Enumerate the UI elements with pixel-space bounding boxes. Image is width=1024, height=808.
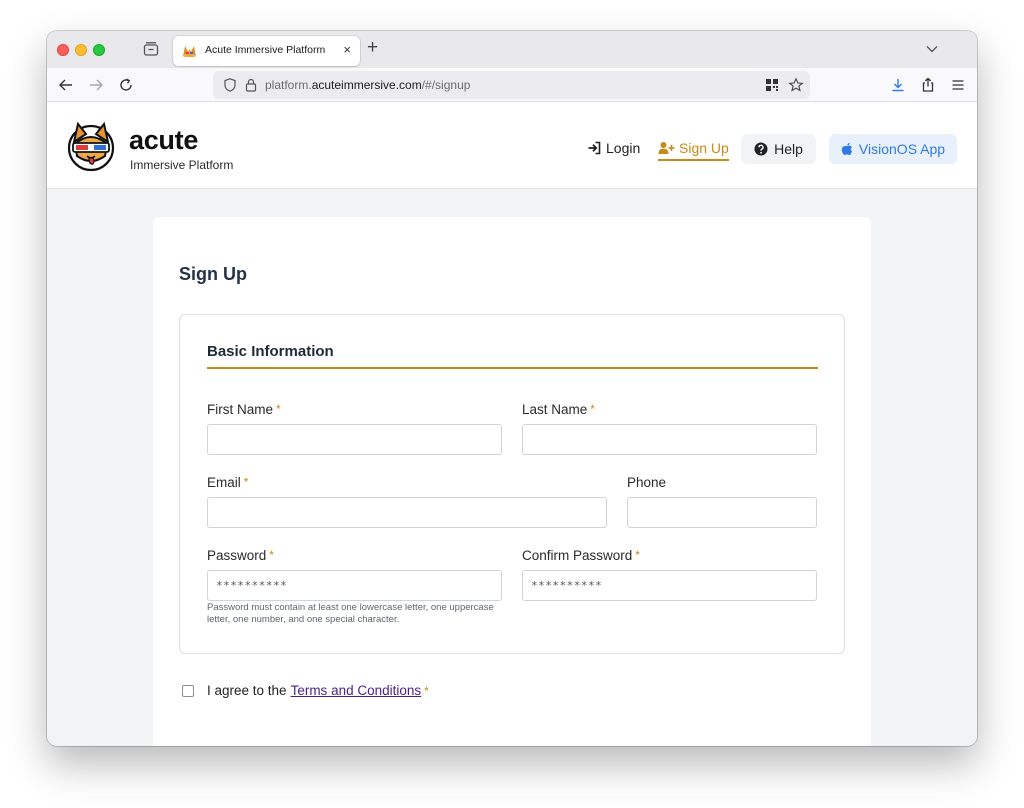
required-mark: * [243,475,249,489]
confirm-password-label: Confirm Password * [522,548,640,563]
last-name-input[interactable] [522,424,817,455]
required-mark: * [590,402,595,416]
first-name-label: First Name * [207,402,281,417]
help-button[interactable]: Help [741,134,816,164]
star-icon[interactable] [788,77,804,93]
minimize-window-button[interactable] [75,44,87,56]
phone-input[interactable] [627,497,817,528]
signup-card: Sign Up Basic Information First Name * La… [153,217,871,746]
forward-arrow-icon[interactable] [87,76,105,94]
visionos-label: VisionOS App [858,141,946,157]
nav-login-link[interactable]: Login [587,139,640,157]
logo-wordmark[interactable]: acute [129,126,198,154]
visionos-app-button[interactable]: VisionOS App [829,134,957,164]
basic-information-section: Basic Information First Name * Last Name *… [179,314,845,654]
agree-text: I agree to the [207,683,287,698]
email-input[interactable] [207,497,607,528]
section-title: Basic Information [207,343,334,360]
password-label: Password * [207,548,274,563]
required-mark: * [424,683,429,698]
url-domain: acuteimmersive.com [311,78,422,92]
question-icon [754,142,768,156]
first-name-label-text: First Name [207,402,274,417]
tab-close-button[interactable]: × [343,42,351,58]
tab-overview-icon[interactable] [142,40,160,58]
tab-strip: Acute Immersive Platform × + [47,31,977,68]
url-prefix: platform. [265,78,312,92]
section-divider [207,367,818,369]
lock-icon[interactable] [243,77,259,93]
shield-icon[interactable] [222,77,238,93]
navigation-toolbar: platform.acuteimmersive.com/#/signup [47,68,977,102]
password-hint: Password must contain at least one lower… [207,602,494,625]
zoom-window-button[interactable] [93,44,105,56]
new-tab-button[interactable]: + [367,37,378,59]
password-input[interactable]: ********** [207,570,502,601]
last-name-label: Last Name * [522,402,595,417]
logo-subtitle: Immersive Platform [130,158,234,172]
page-content: acute Immersive Platform Login Sign Up H… [47,102,977,746]
logo-mascot-icon[interactable] [65,120,117,172]
menu-icon[interactable] [949,76,967,94]
nav-login-label: Login [606,140,641,156]
phone-label: Phone [627,475,667,490]
required-mark: * [276,402,281,416]
url-path: /#/signup [421,78,471,92]
qr-code-icon[interactable] [765,78,779,92]
terms-link[interactable]: Terms and Conditions [291,683,422,698]
terms-agreement: I agree to the Terms and Conditions * [182,683,429,698]
download-icon[interactable] [889,76,907,94]
email-label: Email * [207,475,248,490]
terms-checkbox[interactable] [182,684,194,697]
reload-icon[interactable] [117,76,135,94]
password-label-text: Password [207,548,267,563]
address-bar[interactable]: platform.acuteimmersive.com/#/signup [213,71,810,99]
login-icon [588,141,601,155]
share-icon[interactable] [919,76,937,94]
nav-signup-link[interactable]: Sign Up [658,139,729,161]
nav-signup-label: Sign Up [679,140,729,156]
tab-title: Acute Immersive Platform [205,44,326,56]
close-window-button[interactable] [57,44,69,56]
confirm-password-input[interactable]: ********** [522,570,817,601]
active-tab[interactable]: Acute Immersive Platform × [173,36,360,66]
page-title: Sign Up [179,264,247,284]
browser-window: Acute Immersive Platform × + platform.ac… [47,31,977,746]
back-arrow-icon[interactable] [57,76,75,94]
first-name-input[interactable] [207,424,502,455]
required-mark: * [269,548,274,562]
confirm-password-label-text: Confirm Password [522,548,633,563]
site-favicon-icon [183,46,196,57]
email-label-text: Email [207,475,241,490]
last-name-label-text: Last Name [522,402,588,417]
add-user-icon [658,142,675,154]
url-text[interactable]: platform.acuteimmersive.com/#/signup [265,78,470,92]
site-header: acute Immersive Platform Login Sign Up H… [47,102,977,189]
required-mark: * [635,548,640,562]
chevron-down-icon[interactable] [925,42,939,56]
apple-icon [841,142,852,155]
help-label: Help [774,141,803,157]
